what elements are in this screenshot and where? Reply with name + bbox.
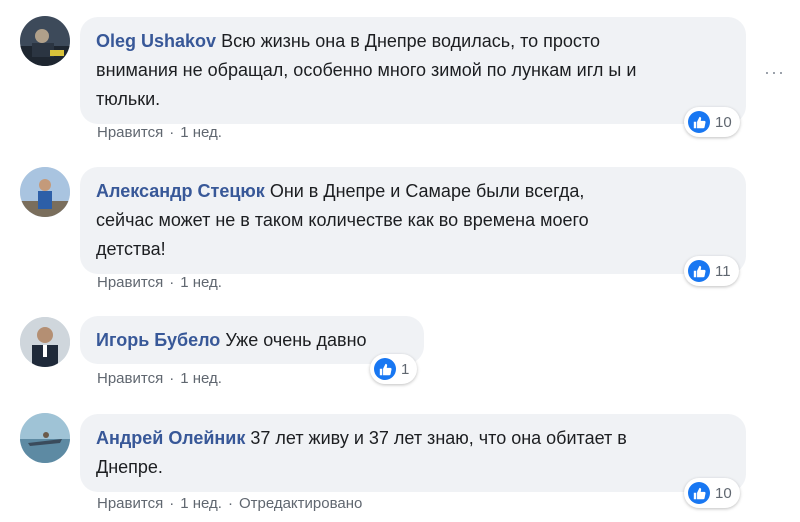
- comment-text-line: внимания не обращал, особенно много зимо…: [96, 60, 637, 80]
- comment-author[interactable]: Oleg Ushakov: [96, 31, 216, 51]
- thumbs-up-icon: [688, 482, 710, 504]
- like-link[interactable]: Нравится: [97, 274, 163, 291]
- comment-text-line: Уже очень давно: [225, 330, 367, 350]
- comment-bubble: Андрей Олейник 37 лет живу и 37 лет знаю…: [80, 414, 746, 492]
- comment-bubble: Oleg Ushakov Всю жизнь она в Днепре води…: [80, 17, 746, 124]
- timestamp[interactable]: 1 нед.: [180, 370, 222, 387]
- thumbs-up-icon: [374, 358, 396, 380]
- reaction-count-badge[interactable]: 10: [684, 107, 740, 137]
- avatar[interactable]: [20, 16, 70, 66]
- comment-text-line: детства!: [96, 239, 166, 259]
- reaction-count-badge[interactable]: 10: [684, 478, 740, 508]
- thumbs-up-icon: [688, 111, 710, 133]
- comment-meta: Нравится · 1 нед.: [97, 274, 222, 291]
- edited-label[interactable]: Отредактировано: [239, 495, 362, 512]
- like-link[interactable]: Нравится: [97, 495, 163, 512]
- reaction-count-badge[interactable]: 11: [684, 256, 739, 286]
- comment-meta: Нравится · 1 нед. · Отредактировано: [97, 495, 363, 512]
- timestamp[interactable]: 1 нед.: [180, 124, 222, 141]
- avatar[interactable]: [20, 317, 70, 367]
- avatar[interactable]: [20, 413, 70, 463]
- comment-author[interactable]: Игорь Бубело: [96, 330, 220, 350]
- like-link[interactable]: Нравится: [97, 370, 163, 387]
- comment-meta: Нравится · 1 нед.: [97, 370, 222, 387]
- reaction-count: 1: [401, 360, 410, 378]
- comment-meta: Нравится · 1 нед.: [97, 124, 222, 141]
- more-horizontal-icon[interactable]: ···: [764, 62, 785, 83]
- comment-bubble: Игорь Бубело Уже очень давно: [80, 316, 424, 364]
- reaction-count-badge[interactable]: 1: [370, 354, 418, 384]
- comment-text-line: Они в Днепре и Самаре были всегда,: [269, 181, 585, 201]
- comment-bubble: Александр Стецюк Они в Днепре и Самаре б…: [80, 167, 746, 274]
- reaction-count: 10: [715, 113, 732, 131]
- comment-text-line: Всю жизнь она в Днепре водилась, то прос…: [221, 31, 600, 51]
- like-link[interactable]: Нравится: [97, 124, 163, 141]
- comment-author[interactable]: Александр Стецюк: [96, 181, 265, 201]
- timestamp[interactable]: 1 нед.: [180, 495, 222, 512]
- comment-text-line: 37 лет живу и 37 лет знаю, что она обита…: [250, 428, 627, 448]
- comment-text-line: Днепре.: [96, 457, 163, 477]
- reaction-count: 10: [715, 484, 732, 502]
- thumbs-up-icon: [688, 260, 710, 282]
- reaction-count: 11: [715, 262, 731, 280]
- comment-text-line: сейчас может не в таком количестве как в…: [96, 210, 589, 230]
- timestamp[interactable]: 1 нед.: [180, 274, 222, 291]
- comment-author[interactable]: Андрей Олейник: [96, 428, 245, 448]
- avatar[interactable]: [20, 167, 70, 217]
- comment-text-line: тюльки.: [96, 89, 161, 109]
